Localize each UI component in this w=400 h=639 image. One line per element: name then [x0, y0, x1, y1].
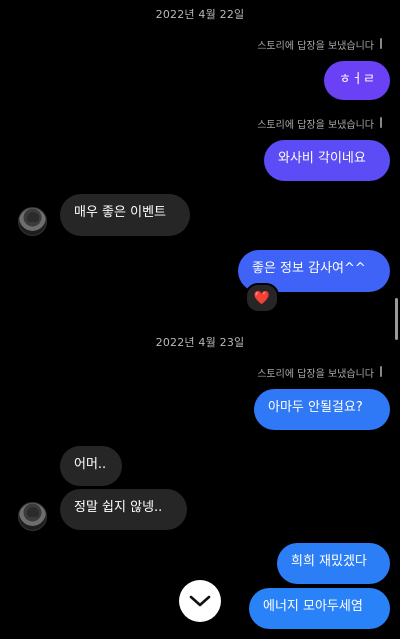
outgoing-message[interactable]: 에너지 모아두세염	[249, 588, 390, 629]
outgoing-message[interactable]: 아마두 안될걸요?	[254, 389, 390, 430]
incoming-message[interactable]: 정말 쉽지 않넹..	[60, 489, 187, 530]
avatar[interactable]	[18, 207, 47, 236]
story-reply-indicator	[380, 366, 382, 377]
story-reply-note-text: 스토리에 답장을 보냈습니다	[257, 369, 374, 380]
story-reply-note-text: 스토리에 답장을 보냈습니다	[257, 120, 374, 131]
incoming-message[interactable]: 어머..	[60, 446, 122, 486]
outgoing-message[interactable]: 와사비 각이네요	[264, 140, 390, 181]
story-reply-note: 스토리에 답장을 보냈습니다	[257, 365, 382, 380]
outgoing-message[interactable]: 희희 재밌겠다	[277, 543, 390, 584]
chevron-down-icon	[189, 595, 211, 607]
incoming-message[interactable]: 매우 좋은 이벤트	[60, 194, 190, 236]
heart-reaction-icon[interactable]: ❤️	[245, 283, 279, 313]
outgoing-message[interactable]: ㅎㅓㄹ	[324, 61, 390, 100]
scroll-to-bottom-button[interactable]	[179, 580, 221, 622]
story-reply-note: 스토리에 답장을 보냈습니다	[257, 116, 382, 131]
story-reply-note-text: 스토리에 답장을 보냈습니다	[257, 41, 374, 52]
story-reply-indicator	[380, 38, 382, 49]
date-separator: 2022년 4월 23일	[155, 336, 245, 349]
story-reply-note: 스토리에 답장을 보냈습니다	[257, 37, 382, 52]
story-reply-indicator	[380, 117, 382, 128]
avatar[interactable]	[18, 502, 47, 531]
date-separator: 2022년 4월 22일	[155, 8, 245, 21]
